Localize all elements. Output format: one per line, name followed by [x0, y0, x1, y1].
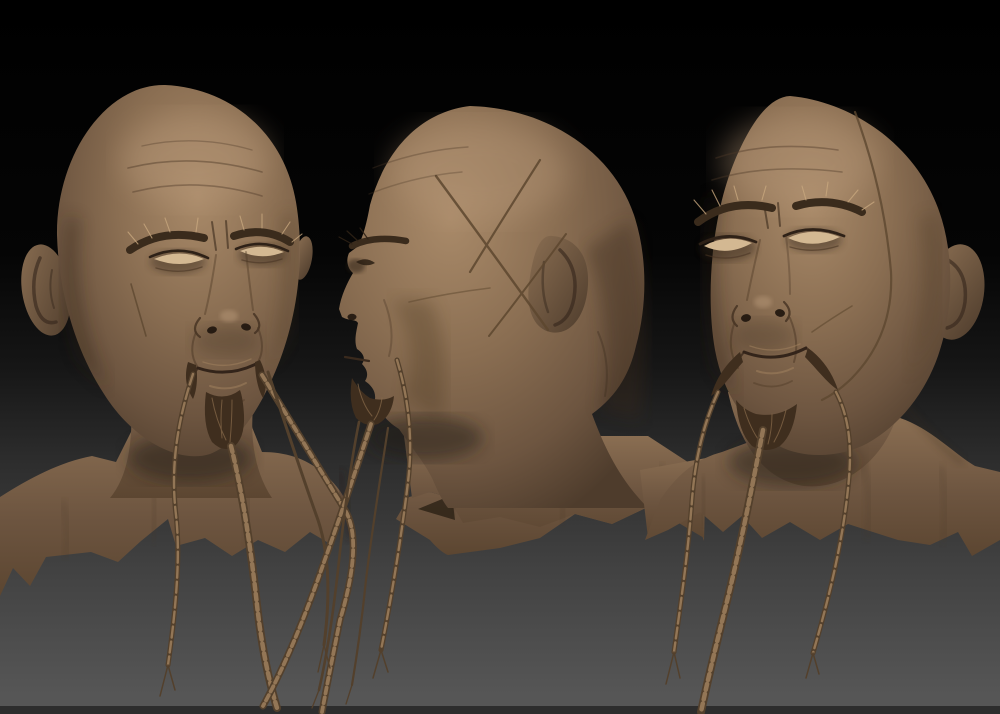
sculpture-render	[0, 0, 1000, 714]
sculpt-viewport	[0, 0, 1000, 714]
center-nostril	[347, 313, 357, 321]
viewport-floor-strip	[0, 706, 1000, 714]
